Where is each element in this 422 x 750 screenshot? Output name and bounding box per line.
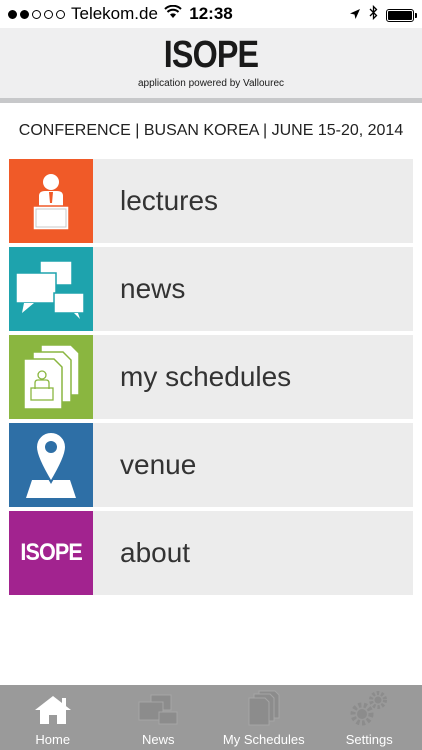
map-pin-icon — [9, 423, 93, 507]
settings-icon — [348, 690, 390, 726]
schedule-documents-icon — [9, 335, 93, 419]
menu-item-label: my schedules — [120, 361, 292, 392]
lecturer-icon — [9, 159, 93, 243]
tab-settings[interactable]: Settings — [317, 685, 422, 750]
status-right — [349, 4, 417, 25]
menu-item-label: lectures — [120, 185, 219, 216]
menu-item-my-schedules[interactable]: my schedules — [9, 335, 413, 419]
menu-item-label: news — [120, 273, 186, 304]
menu-item-news[interactable]: news — [9, 247, 413, 331]
menu-item-label: about — [120, 537, 191, 568]
tab-home[interactable]: Home — [0, 685, 106, 750]
tab-label: My Schedules — [222, 732, 305, 747]
tab-label: Home — [35, 732, 71, 747]
schedules-icon — [247, 690, 281, 726]
tab-label: Settings — [345, 732, 393, 747]
menu-item-venue[interactable]: venue — [9, 423, 413, 507]
news-icon — [137, 690, 179, 726]
app-header: ISOPE application powered by Vallourec — [0, 28, 422, 103]
menu-item-lectures[interactable]: lectures — [9, 159, 413, 243]
app-logo-subtitle: application powered by Vallourec — [137, 78, 284, 89]
isope-logo-icon: ISOPE — [9, 511, 93, 595]
menu-item-about[interactable]: ISOPE about — [9, 511, 413, 595]
home-icon — [33, 690, 73, 726]
menu-item-label: venue — [120, 449, 197, 480]
app-logo-title: ISOPE — [163, 34, 259, 76]
speech-bubbles-icon — [9, 247, 93, 331]
bluetooth-icon — [369, 4, 378, 25]
main-menu: lectures news my schedules venue ISOPE a… — [9, 159, 413, 599]
tab-my-schedules[interactable]: My Schedules — [211, 685, 317, 750]
location-arrow-icon — [349, 5, 361, 25]
tab-bar: Home News My Schedules Settings — [0, 685, 422, 750]
tab-news[interactable]: News — [106, 685, 212, 750]
conference-info: CONFERENCE | BUSAN KOREA | JUNE 15-20, 2… — [18, 122, 404, 139]
status-bar: Telekom.de 12:38 — [0, 0, 422, 28]
battery-icon — [386, 8, 417, 22]
isope-logo-text: ISOPE — [20, 539, 82, 566]
tab-label: News — [141, 732, 175, 747]
